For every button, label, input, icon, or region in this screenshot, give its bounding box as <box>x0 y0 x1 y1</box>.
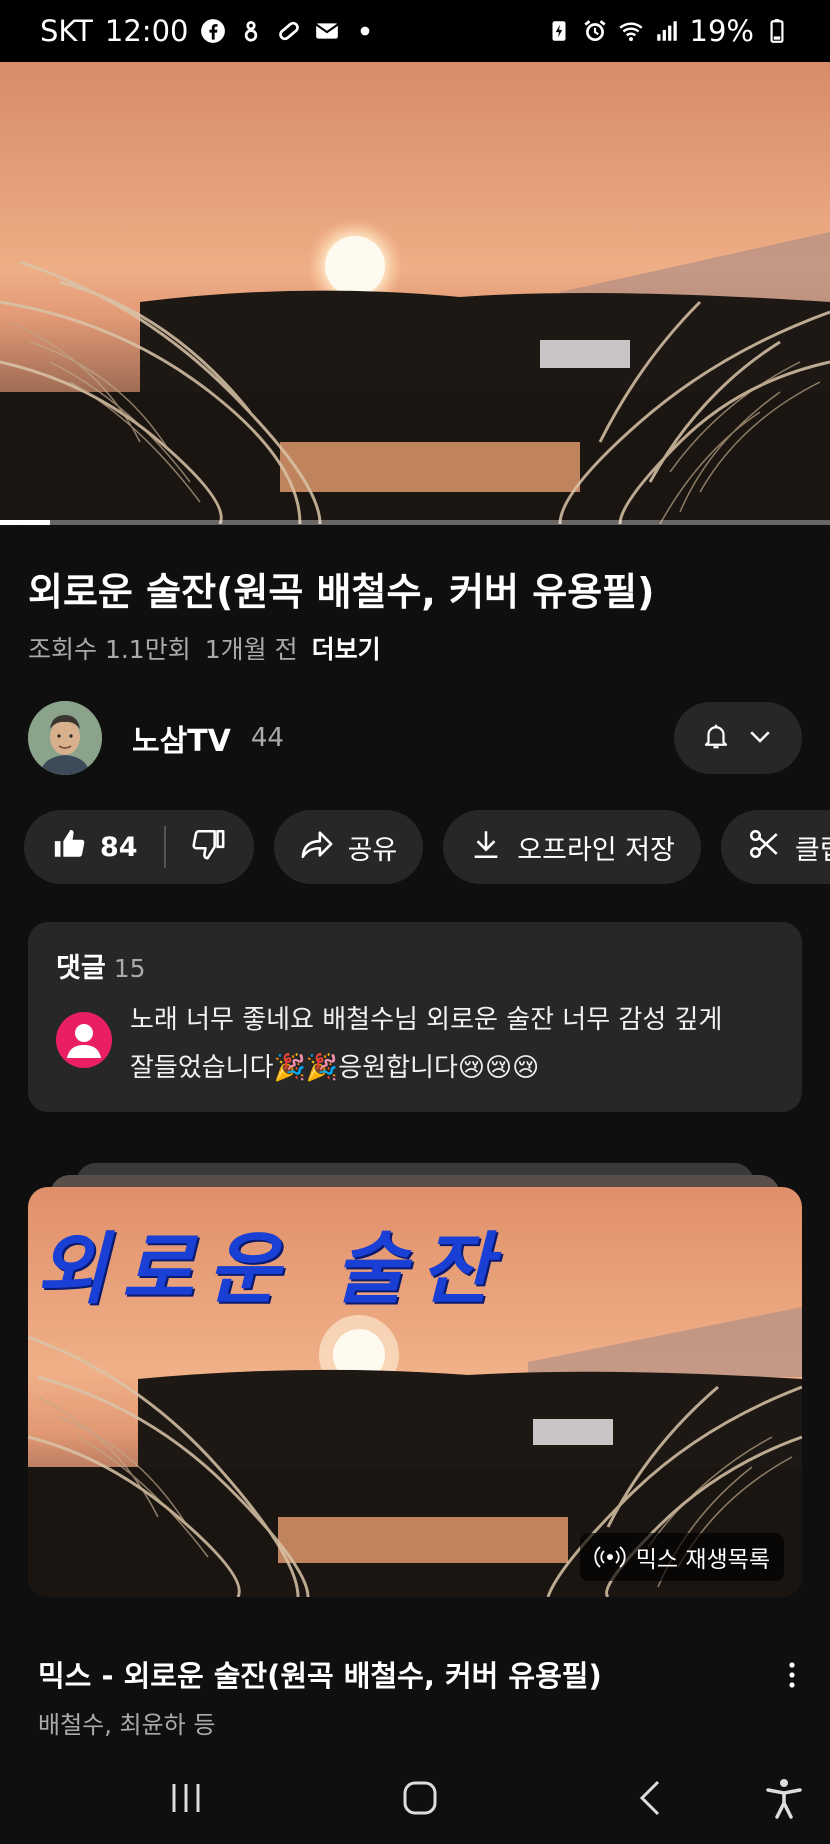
share-button[interactable]: 공유 <box>273 810 424 884</box>
mix-overlay-title: 외로운 술잔 <box>36 1224 506 1315</box>
bell-icon <box>701 721 731 755</box>
video-details: 외로운 술잔(원곡 배철수, 커버 유용필) 조회수 1.1만회 1개월 전 더… <box>0 527 830 1757</box>
back-icon <box>630 1776 674 1824</box>
comments-header: 댓글 15 <box>56 946 146 985</box>
back-button[interactable] <box>622 1775 682 1825</box>
mix-title[interactable]: 믹스 - 외로운 술잔(원곡 배철수, 커버 유용필) <box>38 1653 602 1695</box>
battery-saver-icon <box>546 18 572 44</box>
video-title[interactable]: 외로운 술잔(원곡 배철수, 커버 유용필) <box>28 561 655 616</box>
thumbs-up-icon <box>52 827 86 868</box>
video-progress-fill <box>0 520 50 525</box>
radio-icon <box>594 1544 626 1570</box>
like-divider <box>163 826 166 868</box>
kebab-menu-icon <box>780 1660 804 1694</box>
battery-icon <box>764 18 790 44</box>
signal-icon <box>654 18 680 44</box>
like-dislike-pill: 84 <box>24 810 254 884</box>
facebook-icon <box>200 18 226 44</box>
battery-percent: 19% <box>689 14 754 48</box>
channel-name[interactable]: 노삼TV <box>132 716 231 760</box>
carrier-text: SKT <box>40 14 93 48</box>
home-icon <box>398 1776 442 1824</box>
notification-icon <box>238 18 264 44</box>
mix-thumbnail[interactable]: 외로운 술잔 믹스 재생목록 <box>28 1187 802 1597</box>
mail-icon <box>314 18 340 44</box>
clip-button[interactable]: 클립 <box>720 810 830 884</box>
download-button[interactable]: 오프라인 저장 <box>443 810 701 884</box>
status-bar: SKT 12:00 19% <box>0 0 830 62</box>
upload-age: 1개월 전 <box>204 635 298 664</box>
system-nav-bar <box>0 1757 830 1844</box>
more-options-button[interactable] <box>774 1657 810 1697</box>
clip-label: 클립 <box>794 834 830 866</box>
share-label: 공유 <box>347 834 398 866</box>
like-button[interactable]: 84 <box>52 827 138 868</box>
action-bar: 84 공유 오프라인 저장 클립 <box>24 810 830 886</box>
chevron-down-icon <box>745 721 775 755</box>
share-icon <box>300 827 334 868</box>
wifi-icon <box>618 18 644 44</box>
video-progress-bar[interactable] <box>0 520 830 525</box>
accessibility-button[interactable] <box>754 1775 814 1825</box>
accessibility-icon <box>762 1776 806 1824</box>
recent-apps-button[interactable] <box>156 1775 216 1825</box>
alarm-icon <box>582 18 608 44</box>
video-frame <box>0 62 830 524</box>
top-comment-text: 노래 너무 좋네요 배철수님 외로운 술잔 너무 감성 깊게 잘들었습니다🎉🎉응… <box>130 1005 723 1083</box>
dot-icon <box>352 18 378 44</box>
mix-playlist-badge: 믹스 재생목록 <box>579 1533 784 1581</box>
notification-settings-button[interactable] <box>674 702 802 774</box>
subscriber-count: 44 <box>250 723 284 753</box>
recent-apps-icon <box>164 1776 208 1824</box>
channel-avatar[interactable] <box>28 701 102 775</box>
video-player[interactable] <box>0 62 830 524</box>
channel-row[interactable]: 노삼TV 44 <box>28 700 802 776</box>
clock-text: 12:00 <box>104 14 189 48</box>
view-count: 조회수 1.1만회 <box>28 635 191 664</box>
thumbs-down-icon <box>191 829 226 868</box>
mix-subtitle: 배철수, 최윤하 등 <box>38 1711 216 1739</box>
download-icon <box>469 827 503 868</box>
more-button[interactable]: 더보기 <box>312 630 381 666</box>
download-label: 오프라인 저장 <box>517 834 675 866</box>
comments-panel[interactable]: 댓글 15 노래 너무 좋네요 배철수님 외로운 술잔 너무 감성 깊게 잘들었습… <box>28 922 802 1112</box>
like-count: 84 <box>100 831 138 863</box>
dislike-button[interactable] <box>191 827 226 868</box>
home-button[interactable] <box>390 1775 450 1825</box>
mix-badge-label: 믹스 재생목록 <box>635 1547 770 1573</box>
video-meta[interactable]: 조회수 1.1만회 1개월 전 더보기 <box>28 630 381 666</box>
tag-icon <box>276 18 302 44</box>
comments-label: 댓글 <box>56 953 106 984</box>
commenter-avatar <box>56 1012 112 1068</box>
scissors-icon <box>747 827 781 868</box>
comments-count: 15 <box>113 954 146 983</box>
